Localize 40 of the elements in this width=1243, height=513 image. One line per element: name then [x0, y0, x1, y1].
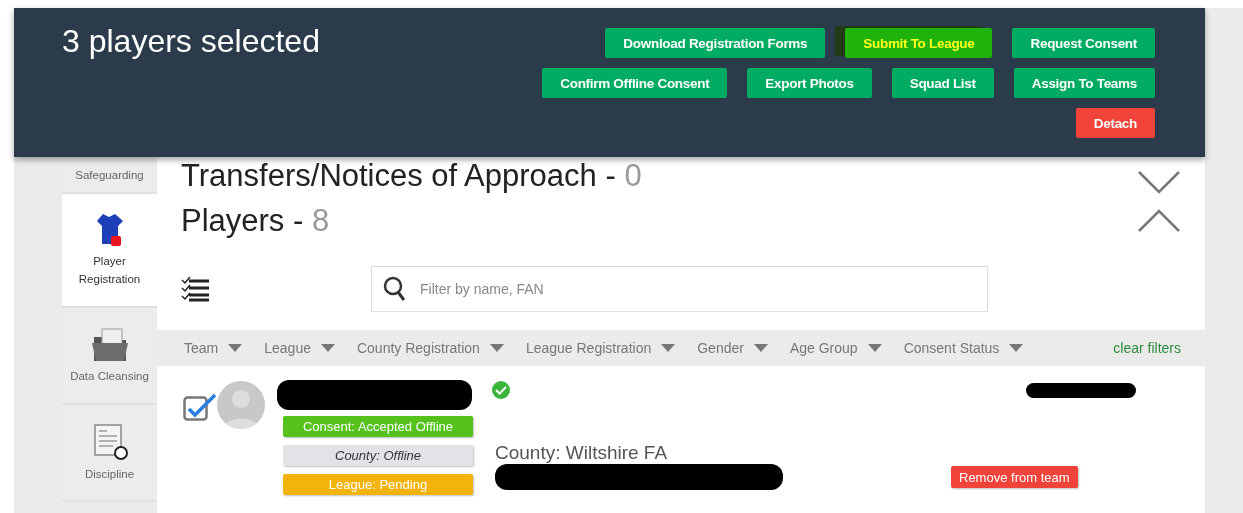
- action-button[interactable]: Request Consent: [1012, 28, 1155, 58]
- sidebar-item[interactable]: Player Registration: [62, 194, 157, 308]
- action-button[interactable]: Download Registration Forms: [605, 28, 826, 58]
- chevron-up-icon[interactable]: [1137, 209, 1181, 233]
- caret-icon: [228, 344, 243, 352]
- filter-dropdown[interactable]: Gender: [697, 340, 768, 356]
- filter-dropdown[interactable]: League Registration: [525, 340, 676, 356]
- caret-icon: [753, 344, 768, 352]
- section-title: Players - 8: [181, 203, 330, 239]
- clear-filters-link[interactable]: clear filters: [1113, 340, 1181, 356]
- status-badge: County: Offline: [283, 445, 473, 466]
- selection-title: 3 players selected: [62, 23, 320, 61]
- avatar: [217, 381, 265, 429]
- checklist-icon[interactable]: [181, 276, 211, 302]
- filter-dropdown[interactable]: Team: [184, 340, 243, 356]
- checkbox[interactable]: [183, 393, 217, 421]
- remove-from-team-button[interactable]: Remove from team: [951, 466, 1078, 488]
- caret-icon: [1009, 344, 1024, 352]
- caret-icon: [661, 344, 676, 352]
- filter-dropdown[interactable]: County Registration: [356, 340, 504, 356]
- action-button[interactable]: Export Photos: [747, 68, 872, 98]
- filter-dropdown[interactable]: Consent Status: [903, 340, 1024, 356]
- action-button[interactable]: Squad List: [891, 68, 994, 98]
- action-button[interactable]: Confirm Offline Consent: [542, 68, 728, 98]
- status-badge: Consent: Accepted Offline: [283, 416, 473, 437]
- search-icon: [383, 276, 407, 302]
- status-badge: League: Pending: [283, 474, 473, 495]
- search-field[interactable]: Filter by name, FAN: [371, 266, 988, 312]
- caret-icon: [320, 344, 335, 352]
- action-button[interactable]: Detach: [1075, 108, 1155, 138]
- caret-icon: [867, 344, 882, 352]
- shirt-icon: [94, 212, 125, 248]
- caret-icon: [489, 344, 504, 352]
- filter-dropdown[interactable]: League: [264, 340, 335, 356]
- folder-icon: [89, 326, 130, 363]
- action-button[interactable]: Assign To Teams: [1013, 68, 1155, 98]
- section-title: Transfers/Notices of Approach - 0: [181, 158, 642, 194]
- filter-dropdown[interactable]: Age Group: [789, 340, 882, 356]
- county-text: County: Wiltshire FA: [495, 442, 669, 464]
- chevron-down-icon[interactable]: [1137, 170, 1181, 194]
